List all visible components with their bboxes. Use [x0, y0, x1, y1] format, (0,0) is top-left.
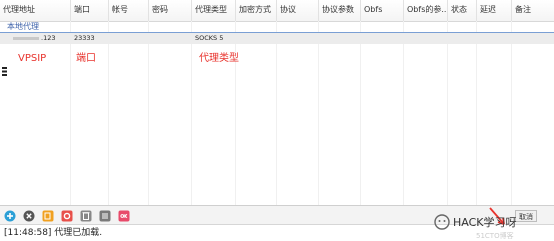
group-label: 本地代理 — [7, 22, 39, 31]
copy-icon[interactable] — [42, 210, 54, 222]
annotation-vps-ip: VPSIP — [18, 53, 47, 64]
col-status[interactable]: 状态 — [448, 0, 477, 21]
col-obfs[interactable]: Obfs — [361, 0, 404, 21]
col-account[interactable]: 帐号 — [109, 0, 149, 21]
proxy-table: 代理地址 端口 帐号 密码 代理类型 加密方式 协议 协议参数 Obfs Obf… — [0, 0, 554, 205]
col-port[interactable]: 端口 — [71, 0, 109, 21]
plus-icon[interactable] — [4, 210, 16, 222]
status-log-text: [11:48:58] 代理已加载. — [4, 228, 103, 238]
col-obfs-params[interactable]: Obfs的参... — [404, 0, 448, 21]
watermark-text: HACK学习呀 — [453, 215, 517, 229]
redacted-ip-mask — [13, 36, 39, 40]
col-proxy-type[interactable]: 代理类型 — [192, 0, 236, 21]
col-protocol-params[interactable]: 协议参数 — [319, 0, 361, 21]
gear-icon[interactable] — [61, 210, 73, 222]
annotation-proxy-type: 代理类型 — [199, 53, 239, 64]
col-remark[interactable]: 备注 — [512, 0, 554, 21]
table-row[interactable]: .123 23333 SOCKS 5 — [0, 33, 554, 76]
watermark-subtext: 51CTO博客 — [476, 231, 514, 240]
group-header-local-proxy[interactable]: 本地代理 — [0, 22, 554, 33]
cell-proxy-address[interactable]: .123 — [6, 33, 70, 44]
trash-icon[interactable] — [80, 210, 92, 222]
column-header-row: 代理地址 端口 帐号 密码 代理类型 加密方式 协议 协议参数 Obfs Obf… — [0, 0, 554, 22]
cell-address-suffix: .123 — [41, 34, 56, 42]
col-latency[interactable]: 延迟 — [477, 0, 512, 21]
col-encryption[interactable]: 加密方式 — [236, 0, 277, 21]
col-protocol[interactable]: 协议 — [277, 0, 319, 21]
col-password[interactable]: 密码 — [149, 0, 192, 21]
drag-handle-icon[interactable] — [2, 67, 7, 76]
cell-proxy-type[interactable]: SOCKS 5 — [192, 33, 236, 44]
annotation-port: 端口 — [76, 53, 96, 64]
watermark-logo: HACK学习呀 51CTO博客 — [434, 207, 517, 240]
col-proxy-address[interactable]: 代理地址 — [0, 0, 71, 21]
close-icon[interactable] — [23, 210, 35, 222]
list-icon[interactable] — [99, 210, 111, 222]
ok-icon[interactable] — [118, 210, 130, 222]
cell-port[interactable]: 23333 — [71, 33, 109, 44]
